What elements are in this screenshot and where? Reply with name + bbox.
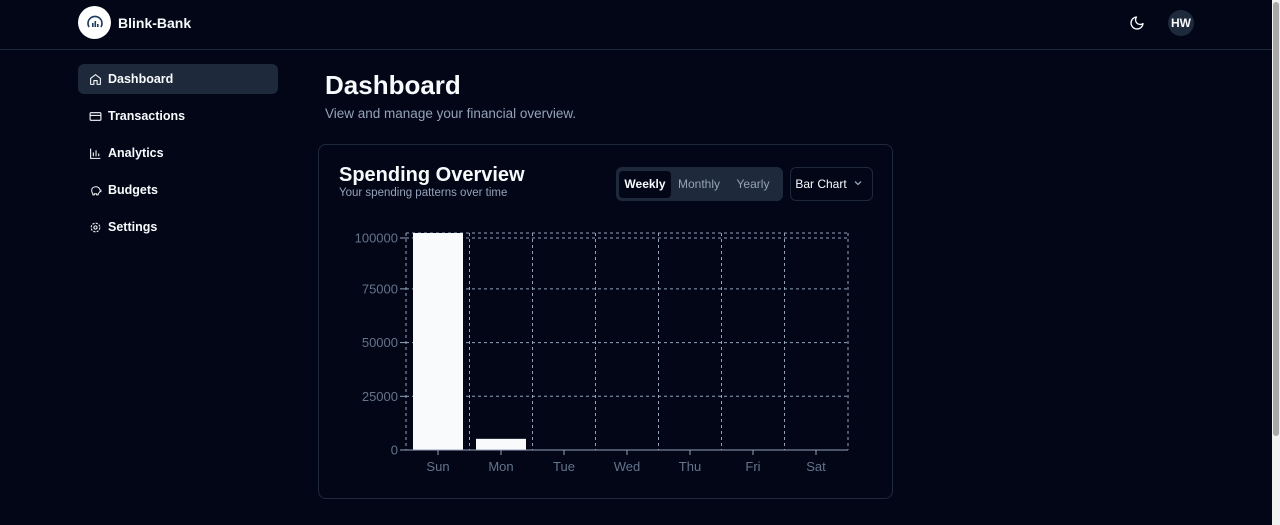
sidebar-item-settings[interactable]: Settings [78, 212, 278, 242]
sidebar-item-label: Transactions [108, 109, 186, 123]
x-tick-label: Tue [553, 459, 575, 474]
sidebar-item-dashboard[interactable]: Dashboard [78, 64, 278, 94]
top-header: Blink-Bank HW [0, 0, 1272, 50]
theme-toggle-button[interactable] [1126, 12, 1148, 34]
sidebar-item-budgets[interactable]: Budgets [78, 175, 278, 205]
sidebar-item-label: Dashboard [108, 72, 174, 86]
spending-bar-chart: 0 25000 50000 75000 100000 Sun Mon Tue Wed Thu Fri… [355, 231, 849, 474]
bar-sun[interactable] [413, 233, 463, 450]
x-tick-label: Thu [679, 459, 701, 474]
scrollbar-thumb[interactable] [1273, 2, 1279, 436]
x-tick-label: Wed [614, 459, 641, 474]
x-tick-label: Fri [745, 459, 760, 474]
sidebar-item-transactions[interactable]: Transactions [78, 101, 278, 131]
bar-mon[interactable] [476, 438, 526, 450]
sidebar-item-label: Settings [108, 220, 158, 234]
x-tick-label: Sat [806, 459, 826, 474]
y-tick-label: 50000 [362, 335, 398, 350]
sidebar-nav: Dashboard Transactions Analytics Budgets… [78, 64, 278, 249]
y-tick-label: 25000 [362, 389, 398, 404]
sidebar-item-analytics[interactable]: Analytics [78, 138, 278, 168]
brand-name: Blink-Bank [118, 14, 192, 31]
logo-icon [78, 6, 111, 39]
sidebar-item-label: Analytics [108, 146, 164, 160]
home-icon [88, 72, 102, 86]
x-tick-label: Sun [426, 459, 449, 474]
bar-chart-icon [88, 146, 102, 160]
moon-icon [1130, 16, 1144, 30]
spending-overview-card: Spending Overview Your spending patterns… [318, 144, 893, 499]
gear-icon [88, 220, 102, 234]
y-tick-label: 0 [391, 443, 398, 458]
piggy-bank-icon [88, 183, 102, 197]
y-tick-label: 100000 [355, 231, 398, 246]
page-title: Dashboard [325, 70, 461, 100]
credit-card-icon [88, 109, 102, 123]
x-tick-label: Mon [488, 459, 513, 474]
y-tick-label: 75000 [362, 281, 398, 296]
sidebar-item-label: Budgets [108, 183, 158, 197]
user-avatar[interactable]: HW [1168, 10, 1194, 36]
page-subtitle: View and manage your financial overview. [325, 106, 577, 121]
brand-logo[interactable]: Blink-Bank [78, 6, 191, 39]
